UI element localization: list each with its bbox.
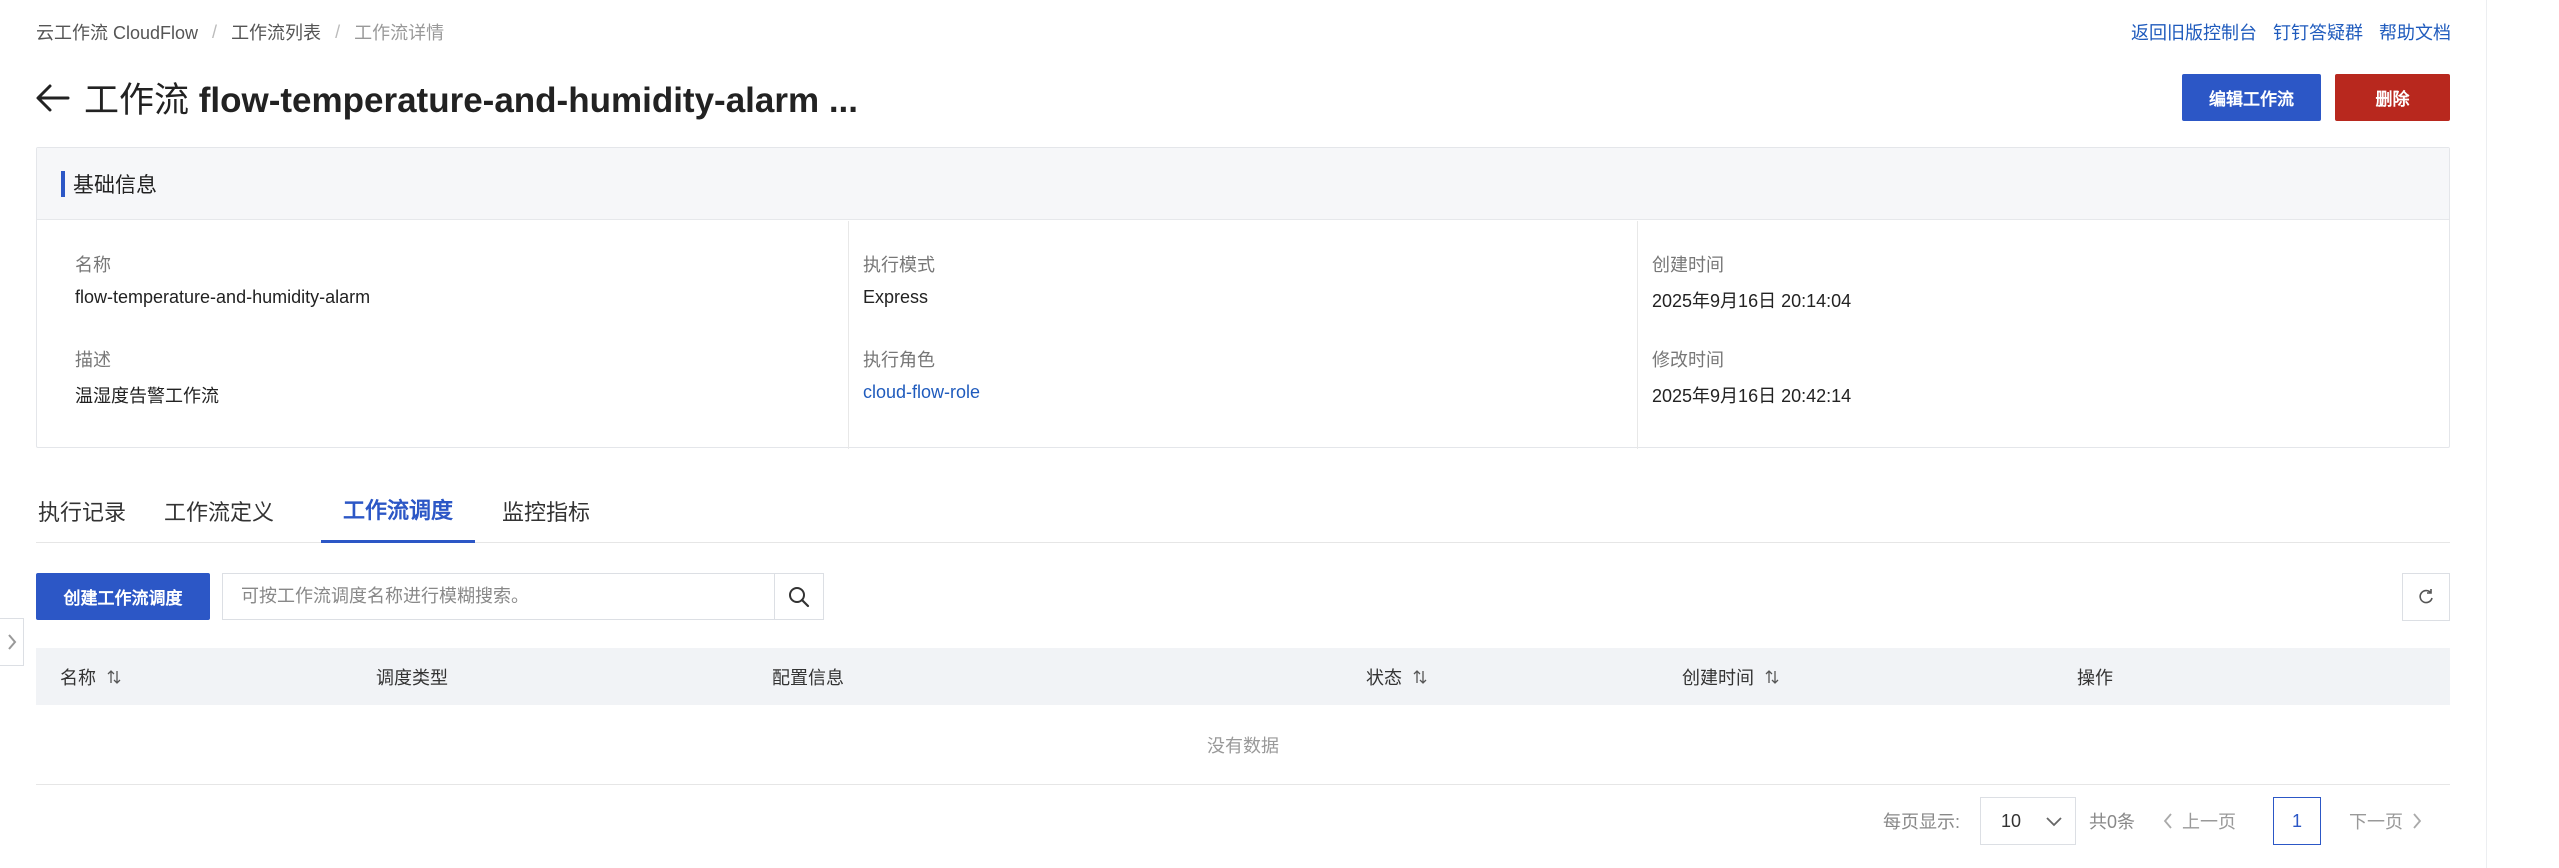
breadcrumb-separator: /: [212, 21, 218, 42]
chevron-down-icon: [2046, 817, 2062, 827]
execution-mode-label: 执行模式: [863, 255, 935, 275]
dingtalk-group-link[interactable]: 钉钉答疑群: [2273, 19, 2363, 45]
refresh-icon: [2419, 589, 2433, 604]
schedule-search: [222, 573, 824, 620]
modified-time-label: 修改时间: [1652, 350, 1724, 370]
right-scroll-rail[interactable]: [2486, 0, 2559, 868]
execution-mode-value: Express: [863, 287, 929, 307]
page-size-label: 每页显示:: [1883, 812, 1961, 832]
tab-bar: 执行记录 工作流定义 工作流调度 监控指标: [36, 478, 2450, 543]
delete-button[interactable]: 删除: [2335, 74, 2450, 121]
table-header: 名称 调度类型 配置信息 状态 创建时间 操作: [36, 648, 2450, 705]
tab-workflow-schedule[interactable]: 工作流调度: [321, 478, 475, 543]
empty-table-message: 没有数据: [36, 705, 2450, 785]
tab-workflow-definition[interactable]: 工作流定义: [154, 478, 284, 543]
chevron-right-icon: [7, 634, 16, 650]
prev-page-label: 上一页: [2182, 812, 2236, 832]
search-button[interactable]: [774, 574, 823, 619]
title-row: 工作流 flow-temperature-and-humidity-alarm …: [34, 72, 858, 123]
sort-icon: [1413, 669, 1427, 684]
total-count: 共0条: [2089, 812, 2136, 832]
column-header-config: 配置信息: [772, 667, 844, 688]
search-input[interactable]: [223, 574, 774, 619]
tab-execution-records[interactable]: 执行记录: [36, 478, 128, 543]
page-title-prefix: 工作流: [84, 81, 190, 120]
page-number-current[interactable]: 1: [2273, 797, 2321, 845]
refresh-button[interactable]: [2402, 573, 2450, 621]
prev-page-button[interactable]: 上一页: [2162, 797, 2236, 845]
column-header-schedule-type: 调度类型: [376, 667, 448, 688]
info-column-1: 名称 flow-temperature-and-humidity-alarm 描…: [37, 221, 825, 449]
column-header-label: 创建时间: [1682, 667, 1754, 688]
chevron-right-icon: [2413, 813, 2422, 829]
column-header-name[interactable]: 名称: [60, 648, 122, 705]
page-title-flow-name: flow-temperature-and-humidity-alarm ...: [198, 81, 858, 120]
page-size-select[interactable]: 10: [1980, 797, 2076, 845]
chevron-left-icon: [2163, 813, 2172, 829]
breadcrumb-workflow-list[interactable]: 工作流列表: [231, 19, 321, 45]
name-label: 名称: [75, 255, 111, 275]
edit-workflow-button[interactable]: 编辑工作流: [2182, 74, 2321, 121]
name-value: flow-temperature-and-humidity-alarm: [75, 287, 371, 307]
description-value: 温湿度告警工作流: [75, 386, 219, 406]
breadcrumb-separator: /: [335, 21, 341, 42]
created-time-value: 2025年9月16日 20:14:04: [1652, 291, 1852, 311]
page-title: 工作流 flow-temperature-and-humidity-alarm …: [84, 72, 858, 123]
breadcrumb-cloudflow[interactable]: 云工作流 CloudFlow: [36, 19, 198, 45]
created-time-label: 创建时间: [1652, 255, 1724, 275]
tab-monitoring-metrics[interactable]: 监控指标: [498, 478, 594, 543]
info-column-3: 创建时间 2025年9月16日 20:14:04 修改时间 2025年9月16日…: [1637, 221, 2425, 449]
basic-info-title: 基础信息: [73, 173, 157, 197]
column-header-status[interactable]: 状态: [1366, 648, 1428, 705]
column-header-actions: 操作: [2077, 667, 2113, 688]
next-page-button[interactable]: 下一页: [2349, 797, 2423, 845]
next-page-label: 下一页: [2349, 812, 2403, 832]
breadcrumb-current: 工作流详情: [354, 23, 445, 43]
help-docs-link[interactable]: 帮助文档: [2379, 19, 2451, 45]
description-label: 描述: [75, 350, 111, 370]
column-header-label: 状态: [1366, 667, 1402, 688]
sort-icon: [1765, 669, 1779, 684]
column-header-label: 名称: [60, 667, 96, 688]
create-schedule-button[interactable]: 创建工作流调度: [36, 573, 210, 620]
execution-role-link[interactable]: cloud-flow-role: [863, 382, 980, 403]
sidebar-expand-handle[interactable]: [0, 618, 24, 666]
back-arrow-icon[interactable]: [34, 83, 70, 113]
old-console-link[interactable]: 返回旧版控制台: [2131, 19, 2257, 45]
basic-info-card: 基础信息 名称 flow-temperature-and-humidity-al…: [36, 147, 2450, 449]
search-icon: [789, 586, 810, 607]
info-column-2: 执行模式 Express 执行角色 cloud-flow-role: [848, 221, 1636, 449]
column-header-created-time[interactable]: 创建时间: [1682, 648, 1780, 705]
basic-info-header: 基础信息: [37, 148, 2449, 220]
execution-role-label: 执行角色: [863, 350, 935, 370]
section-accent-bar: [61, 170, 65, 197]
top-links: 返回旧版控制台 钉钉答疑群 帮助文档: [2131, 19, 2451, 45]
page-size-value: 10: [2001, 810, 2022, 831]
breadcrumb: 云工作流 CloudFlow / 工作流列表 / 工作流详情: [36, 19, 444, 45]
sort-icon: [107, 669, 121, 684]
modified-time-value: 2025年9月16日 20:42:14: [1652, 386, 1852, 406]
